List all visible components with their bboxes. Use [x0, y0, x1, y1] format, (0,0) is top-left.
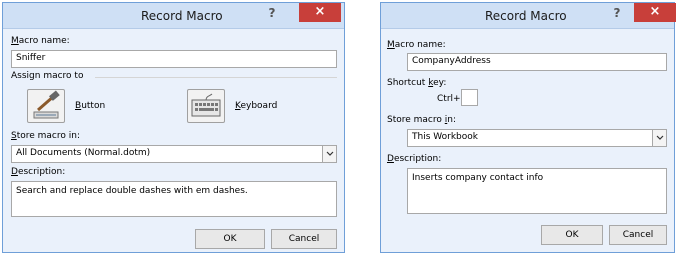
button-label[interactable]: Button — [75, 101, 105, 111]
keyboard-label[interactable]: Keyboard — [235, 101, 277, 111]
cancel-button[interactable]: Cancel — [609, 225, 667, 245]
description-label: Description: — [11, 167, 66, 177]
shortcut-key-input[interactable] — [461, 89, 478, 106]
dropdown-arrow[interactable] — [322, 146, 336, 162]
help-button[interactable]: ? — [261, 3, 283, 25]
macro-name-label: Macro name: — [11, 36, 70, 46]
hammer-icon — [33, 90, 60, 119]
ctrl-label: Ctrl+ — [437, 94, 461, 104]
macro-name-input[interactable]: Sniffer — [11, 50, 337, 68]
cancel-button[interactable]: Cancel — [271, 229, 337, 249]
excel-record-macro-dialog: Record Macro ? × Macro name: CompanyAddr… — [380, 2, 676, 253]
store-macro-select[interactable]: This Workbook — [407, 129, 667, 147]
store-macro-label: Store macro in: — [11, 131, 80, 141]
keyboard-assign-button[interactable] — [187, 89, 225, 123]
store-macro-value: This Workbook — [412, 132, 478, 142]
close-button[interactable]: × — [299, 3, 341, 22]
word-record-macro-dialog: Record Macro ? × Macro name: Sniffer Ass… — [2, 2, 345, 253]
dropdown-arrow[interactable] — [652, 130, 666, 146]
close-button[interactable]: × — [634, 3, 676, 22]
store-macro-select[interactable]: All Documents (Normal.dotm) — [11, 145, 337, 163]
chevron-down-icon — [656, 135, 664, 140]
help-button[interactable]: ? — [606, 3, 628, 25]
button-assign-button[interactable] — [27, 89, 65, 123]
ok-button[interactable]: OK — [541, 225, 603, 245]
macro-name-input[interactable]: CompanyAddress — [407, 53, 667, 71]
macro-name-label: Macro name: — [387, 40, 446, 50]
ok-button[interactable]: OK — [195, 229, 265, 249]
store-macro-label: Store macro in: — [387, 115, 457, 125]
title-bar: Record Macro ? × — [381, 3, 676, 29]
keyboard-icon — [191, 93, 221, 117]
assign-macro-label: Assign macro to — [11, 71, 84, 81]
description-label: Description: — [387, 154, 442, 164]
dialog-title: Record Macro — [485, 9, 567, 23]
dialog-title: Record Macro — [141, 9, 223, 23]
title-bar: Record Macro ? × — [3, 3, 344, 29]
shortcut-key-label: Shortcut key: — [387, 78, 447, 88]
store-macro-value: All Documents (Normal.dotm) — [16, 148, 151, 158]
description-input[interactable]: Inserts company contact info — [407, 168, 667, 214]
description-input[interactable]: Search and replace double dashes with em… — [11, 181, 337, 217]
chevron-down-icon — [326, 151, 334, 156]
group-divider — [95, 77, 337, 78]
